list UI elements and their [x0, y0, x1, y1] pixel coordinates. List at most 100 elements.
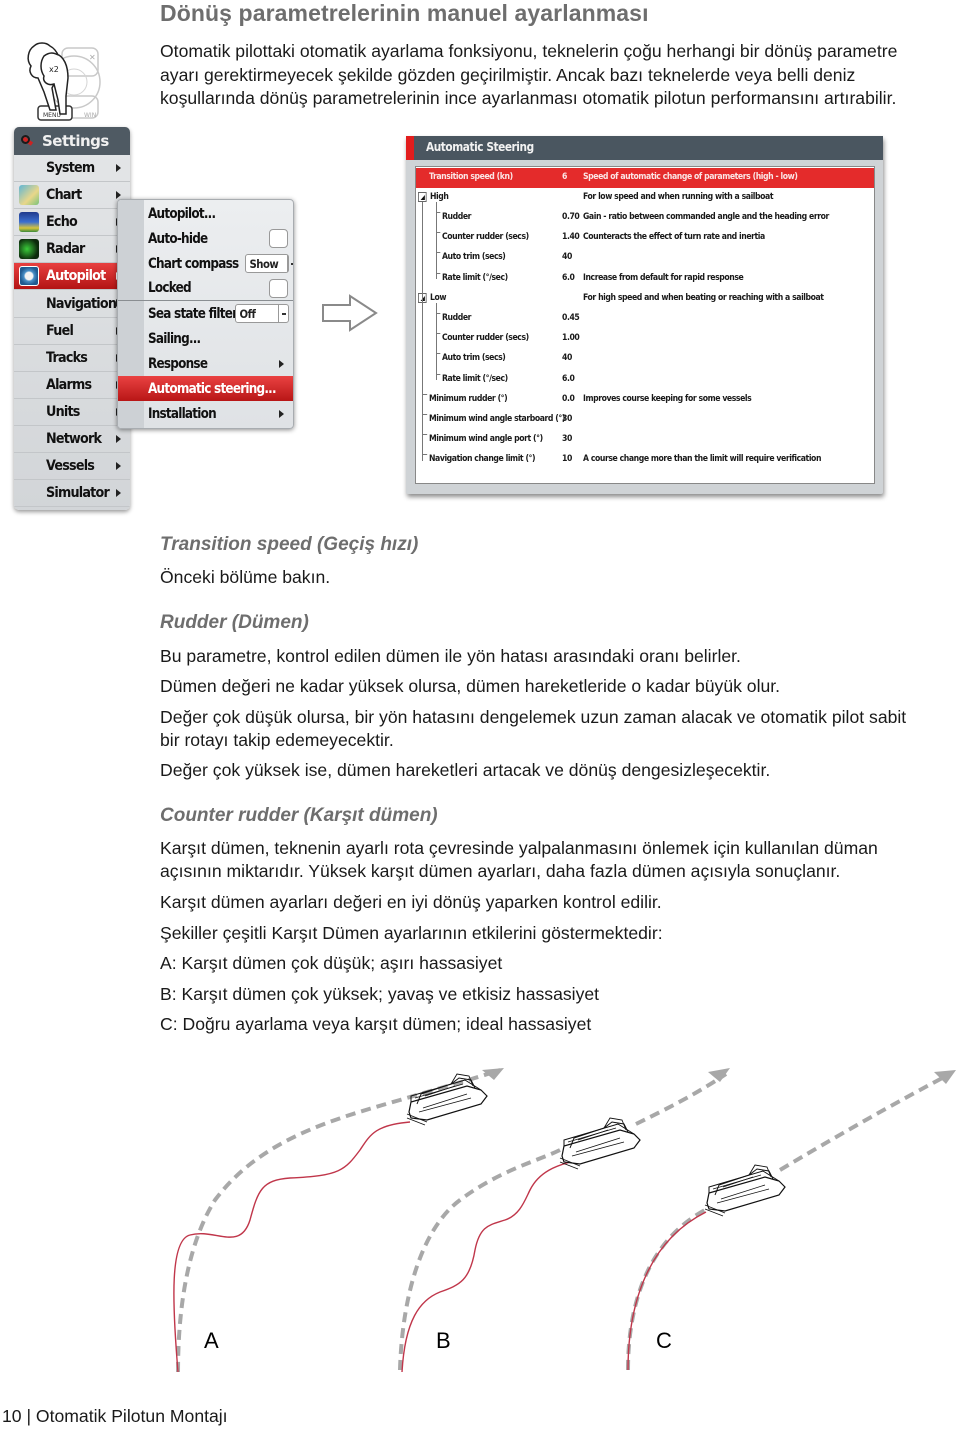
parameter-table: Transition speed (kn) 6 Speed of automatic… [415, 166, 875, 484]
submenu-item-autopilot[interactable]: Autopilot... [118, 201, 293, 226]
keypad-press-icon: ✕ MENU WIN x2 [22, 38, 108, 124]
planned-path-c [626, 1208, 706, 1371]
settings-menu-title: Settings [42, 132, 109, 150]
dialog-header: Automatic Steering [406, 136, 883, 160]
automatic-steering-dialog: Automatic Steering Transition speed (kn)… [406, 136, 883, 494]
settings-item-autopilot[interactable]: Autopilot [14, 263, 130, 291]
chevron-right-icon [116, 164, 121, 172]
parameter-row[interactable]: Rate limit (°/sec) 6.0 [416, 370, 874, 390]
parameter-description: Gain - ratio between commanded angle and… [583, 211, 829, 222]
menu-item-label: Simulator [46, 485, 110, 502]
parameter-row[interactable]: Counter rudder (secs) 1.00 [416, 329, 874, 349]
submenu-item-automatic-steering[interactable]: Automatic steering... [118, 376, 293, 401]
menu-item-label: Tracks [46, 349, 88, 366]
parameter-value: 0.45 [562, 312, 580, 323]
parameter-row[interactable]: Minimum wind angle port (°) 30 [416, 430, 874, 450]
submenu-item-installation[interactable]: Installation [118, 401, 293, 426]
submenu-item-locked[interactable]: Locked [118, 276, 293, 301]
settings-menu-header: Settings [14, 127, 130, 155]
parameter-row[interactable]: Rudder 0.70 Gain - ratio between commanded… [416, 208, 874, 228]
chevron-right-icon [116, 434, 121, 443]
collapse-toggle-icon[interactable] [418, 191, 427, 202]
diagram-label-b: B [436, 1328, 451, 1353]
parameter-row[interactable]: Low For high speed and when beating or re… [416, 289, 874, 309]
wrench-icon [20, 134, 34, 148]
chart-icon [19, 185, 39, 206]
parameter-row[interactable]: Counter rudder (secs) 1.40 Counteracts the… [416, 228, 874, 248]
menu-item-label: Fuel [46, 322, 74, 339]
paragraph: Önceki bölüme bakın. [160, 567, 331, 587]
settings-item-units[interactable]: Units [14, 399, 130, 426]
parameter-row[interactable]: Navigation change limit (°) 10 A course ch… [416, 450, 874, 470]
settings-item-alarms[interactable]: Alarms [14, 372, 130, 399]
parameter-name: Navigation change limit (°) [429, 454, 536, 465]
parameter-row[interactable]: Rate limit (°/sec) 6.0 Increase from defau… [416, 269, 874, 289]
settings-item-chart[interactable]: Chart [14, 182, 130, 210]
parameter-row[interactable]: Transition speed (kn) 6 Speed of automatic… [416, 167, 874, 188]
tree-connector [436, 303, 437, 380]
menu-item-label: Sea state filter [148, 305, 238, 322]
settings-item-simulator[interactable]: Simulator [14, 480, 130, 508]
section-heading-transition: Transition speed (Geçiş hızı) [160, 534, 419, 555]
submenu-item-sailing[interactable]: Sailing... [118, 326, 293, 351]
menu-item-label: Installation [148, 405, 217, 422]
parameter-row[interactable]: Minimum wind angle starboard (°) 30 [416, 410, 874, 430]
section-heading-counter-rudder: Counter rudder (Karşıt dümen) [160, 805, 438, 826]
submenu-item-auto-hide[interactable]: Auto-hide [118, 226, 293, 251]
settings-item-echo[interactable]: Echo [14, 209, 130, 237]
parameter-value: 6.0 [562, 373, 575, 384]
settings-item-fuel[interactable]: Fuel [14, 318, 130, 345]
menu-item-label: Vessels [46, 458, 95, 475]
parameter-row[interactable]: Rudder 0.45 [416, 309, 874, 329]
paragraph: Değer çok yüksek ise, dümen hareketleri … [160, 760, 771, 780]
parameter-row[interactable]: High For low speed and when running with … [416, 188, 874, 208]
settings-item-navigation[interactable]: Navigation [14, 290, 130, 318]
settings-item-system[interactable]: System [14, 155, 130, 183]
intro-line: koşullarında dönüş parametrelerinin ince… [160, 88, 897, 108]
dropdown-value: Show [249, 256, 279, 271]
parameter-name: Rate limit (°/sec) [442, 272, 508, 283]
parameter-name: Minimum rudder (°) [429, 393, 508, 404]
parameter-row[interactable]: Auto trim (secs) 40 [416, 349, 874, 369]
settings-item-network[interactable]: Network [14, 426, 130, 454]
auto-hide-checkbox[interactable] [269, 229, 288, 248]
parameter-row[interactable]: Minimum rudder (°) 0.0 Improves course kee… [416, 390, 874, 410]
menu-item-label: Chart compass [148, 255, 239, 272]
paragraph: C: Doğru ayarlama veya karşıt dümen; ide… [160, 1014, 592, 1034]
autopilot-submenu: Autopilot... Auto-hide Chart compass Sho… [117, 199, 294, 429]
submenu-item-sea-state-filter[interactable]: Sea state filter Off [118, 301, 293, 326]
menu-item-label: Units [46, 403, 80, 420]
parameter-value: 6 [562, 171, 567, 182]
parameter-value: 30 [562, 434, 572, 445]
sea-state-filter-dropdown[interactable]: Off [235, 304, 289, 323]
diagram-label-c: C [656, 1328, 672, 1353]
menu-item-label: Autopilot [46, 268, 106, 285]
planned-path-b-ahead [635, 1072, 728, 1126]
chevron-right-icon [279, 410, 284, 418]
actual-path-c [627, 1211, 707, 1371]
actual-path-a [173, 1121, 411, 1373]
page-footer: 10 | Otomatik Pilotun Montajı [2, 1406, 228, 1426]
dropdown-caret-icon [286, 255, 293, 272]
settings-item-tracks[interactable]: Tracks [14, 345, 130, 372]
parameter-value: 1.40 [562, 232, 580, 243]
svg-text:MENU: MENU [43, 112, 61, 119]
paragraph: Karşıt dümen, teknenin ayarlı rota çevre… [160, 838, 878, 858]
parameter-row[interactable]: Auto trim (secs) 40 [416, 248, 874, 268]
chart-compass-dropdown[interactable]: Show [245, 254, 293, 273]
paragraph: açısının miktarıdır. Yüksek karşıt dümen… [160, 861, 841, 881]
settings-item-vessels[interactable]: Vessels [14, 453, 130, 481]
settings-item-radar[interactable]: Radar [14, 236, 130, 264]
arrowhead-b [708, 1068, 730, 1082]
parameter-description: Improves course keeping for some vessels [583, 393, 752, 404]
parameter-name: Transition speed (kn) [429, 171, 513, 182]
parameter-description: Counteracts the effect of turn rate and … [583, 232, 765, 243]
menu-item-label: System [46, 160, 95, 177]
submenu-item-chart-compass[interactable]: Chart compass Show [118, 251, 293, 276]
intro-line: Otomatik pilottaki otomatik ayarlama fon… [160, 41, 898, 61]
tree-connector [422, 202, 423, 461]
locked-checkbox[interactable] [269, 279, 288, 298]
parameter-name: Minimum wind angle starboard (°) [429, 413, 565, 424]
dropdown-caret-icon [278, 305, 288, 322]
submenu-item-response[interactable]: Response [118, 351, 293, 376]
